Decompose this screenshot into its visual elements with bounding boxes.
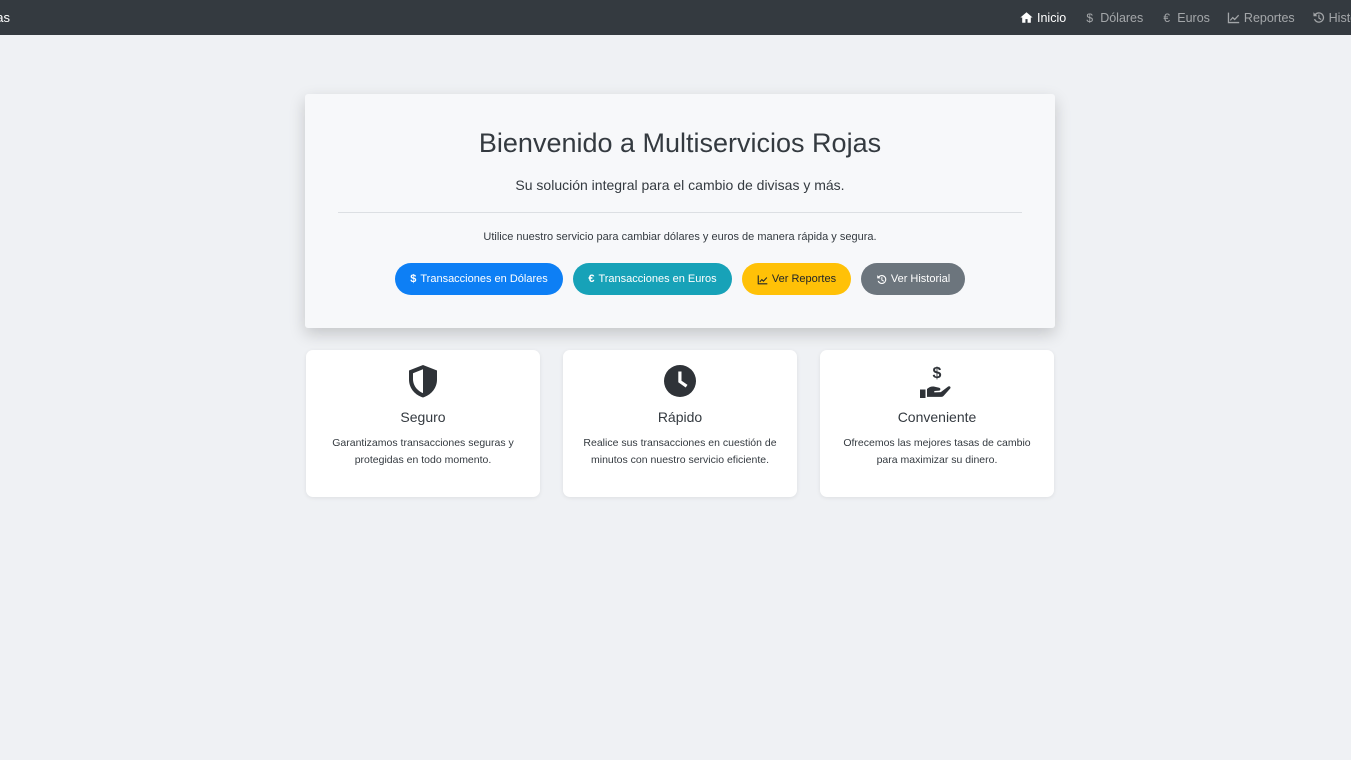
- button-label: Transacciones en Euros: [598, 273, 717, 285]
- chart-line-icon: [1227, 11, 1240, 24]
- feature-card-seguro: Seguro Garantizamos transacciones segura…: [306, 350, 540, 497]
- view-history-button[interactable]: Ver Historial: [861, 263, 965, 295]
- feature-text: Realice sus transacciones en cuestión de…: [583, 437, 777, 466]
- nav-link-label: Reportes: [1243, 10, 1295, 25]
- action-buttons: $ Transacciones en Dólares € Transaccion…: [305, 263, 1055, 295]
- top-navbar: Multiservicios Rojas Inicio $ Dólares € …: [0, 0, 1351, 35]
- button-label: Transacciones en Dólares: [420, 273, 548, 285]
- dollar-transactions-button[interactable]: $ Transacciones en Dólares: [395, 263, 563, 295]
- history-icon: [876, 274, 887, 285]
- feature-card-conveniente: $ Conveniente Ofrecemos las mejores tasa…: [820, 350, 1054, 497]
- euro-icon: €: [1163, 10, 1171, 25]
- welcome-jumbotron: Bienvenido a Multiservicios Rojas Su sol…: [305, 94, 1055, 328]
- button-label: Ver Reportes: [771, 273, 837, 285]
- nav-link-reportes[interactable]: Reportes: [1227, 11, 1295, 25]
- nav-link-dolares[interactable]: $ Dólares: [1083, 11, 1143, 25]
- history-icon: [1312, 11, 1325, 24]
- feature-text: Garantizamos transacciones seguras y pro…: [332, 437, 514, 466]
- feature-title: Rápido: [657, 409, 703, 425]
- hand-holding-dollar-icon: $: [820, 363, 1054, 399]
- dollar-icon: $: [1086, 10, 1094, 25]
- nav-link-label: Historial: [1328, 10, 1351, 25]
- nav-link-label: Euros: [1177, 10, 1210, 25]
- clock-icon: [563, 363, 797, 399]
- view-reports-button[interactable]: Ver Reportes: [742, 263, 851, 295]
- euro-transactions-button[interactable]: € Transacciones en Euros: [573, 263, 732, 295]
- feature-title: Conveniente: [897, 409, 977, 425]
- brand-logo-text[interactable]: Multiservicios Rojas: [0, 0, 10, 35]
- nav-link-historial[interactable]: Historial: [1312, 11, 1351, 25]
- home-icon: [1020, 11, 1033, 24]
- nav-link-euros[interactable]: € Euros: [1160, 11, 1210, 25]
- dollar-icon: $: [410, 273, 417, 285]
- nav-link-inicio[interactable]: Inicio: [1020, 11, 1066, 25]
- svg-text:$: $: [933, 365, 942, 382]
- euro-icon: €: [588, 273, 595, 285]
- divider: [338, 212, 1022, 213]
- button-label: Ver Historial: [890, 273, 951, 285]
- feature-card-rapido: Rápido Realice sus transacciones en cues…: [563, 350, 797, 497]
- chart-line-icon: [757, 274, 768, 285]
- nav-link-label: Dólares: [1100, 10, 1144, 25]
- nav-link-label: Inicio: [1037, 10, 1067, 25]
- shield-icon: [306, 363, 540, 399]
- page-subtitle: Su solución integral para el cambio de d…: [515, 177, 845, 193]
- intro-text: Utilice nuestro servicio para cambiar dó…: [483, 231, 877, 243]
- page-title: Bienvenido a Multiservicios Rojas: [478, 128, 882, 158]
- feature-text: Ofrecemos las mejores tasas de cambio pa…: [843, 437, 1031, 466]
- feature-title: Seguro: [400, 409, 446, 425]
- nav-links: Inicio $ Dólares € Euros Reportes Histor…: [1020, 0, 1351, 35]
